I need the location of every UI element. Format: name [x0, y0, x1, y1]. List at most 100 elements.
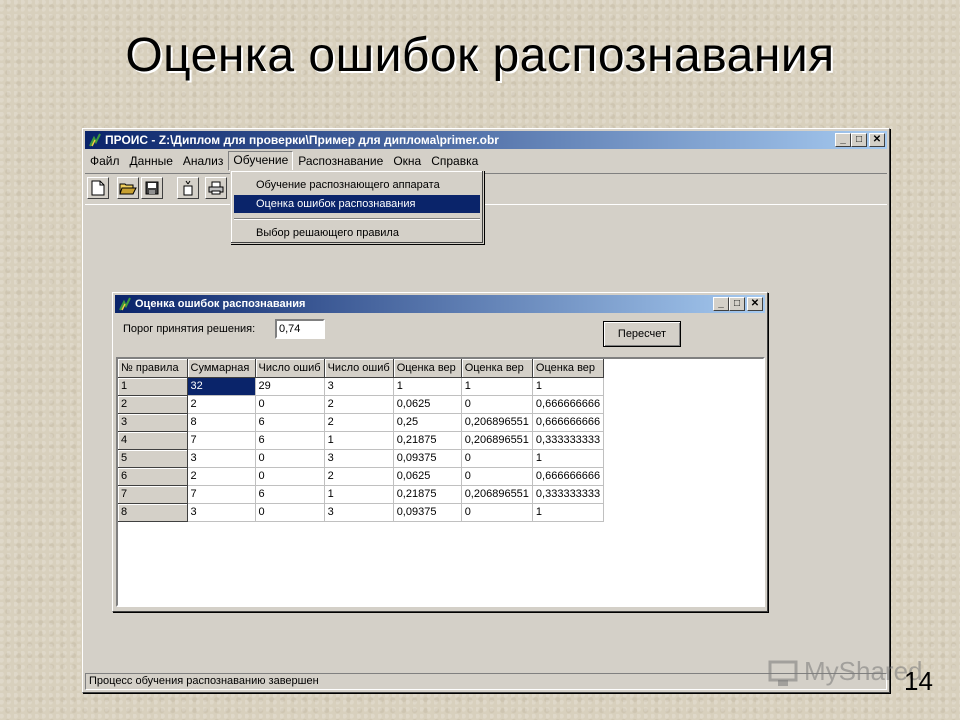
child-app-icon [119, 297, 131, 311]
wizard-button[interactable] [177, 177, 199, 199]
table-cell[interactable]: 7 [187, 431, 256, 450]
new-file-button[interactable] [87, 177, 109, 199]
table-cell[interactable]: 0,0625 [393, 467, 462, 486]
table-cell[interactable]: 3 [187, 449, 256, 468]
table-cell[interactable]: 1 [324, 431, 394, 450]
table-cell[interactable]: 0,333333333 [532, 431, 605, 450]
table-cell[interactable]: 1 [393, 377, 462, 396]
table-cell[interactable]: 6 [255, 485, 325, 504]
table-cell[interactable]: 0,333333333 [532, 485, 605, 504]
table-cell[interactable]: 2 [324, 467, 394, 486]
table-cell[interactable]: 32 [187, 377, 256, 396]
table-cell[interactable]: 0,666666666 [532, 467, 605, 486]
menu-file[interactable]: Файл [85, 152, 125, 170]
row-header-cell[interactable]: 1 [118, 377, 188, 396]
table-cell[interactable]: 0 [255, 467, 325, 486]
table-cell[interactable]: 6 [255, 413, 325, 432]
row-header-cell[interactable]: 8 [118, 503, 188, 522]
table-row[interactable]: 3 8 6 2 0,25 0,206896551 0,666666666 [118, 413, 605, 432]
open-button[interactable] [117, 177, 139, 199]
minimize-button[interactable]: _ [835, 133, 851, 147]
table-cell[interactable]: 1 [532, 503, 605, 522]
table-cell[interactable]: 0,666666666 [532, 395, 605, 414]
table-cell[interactable]: 0,666666666 [532, 413, 605, 432]
table-cell[interactable]: 3 [324, 377, 394, 396]
table-cell[interactable]: 0,21875 [393, 485, 462, 504]
table-cell[interactable]: 6 [255, 431, 325, 450]
table-row[interactable]: 5 3 0 3 0,09375 0 1 [118, 449, 605, 468]
threshold-input[interactable]: 0,74 [275, 319, 325, 339]
child-titlebar[interactable]: Оценка ошибок распознавания _ □ ✕ [115, 295, 765, 313]
menu-recognition[interactable]: Распознавание [293, 152, 388, 170]
print-button[interactable] [205, 177, 227, 199]
table-cell[interactable]: 29 [255, 377, 325, 396]
menu-item-error-estimation[interactable]: Оценка ошибок распознавания [234, 195, 480, 213]
table-cell[interactable]: 0,25 [393, 413, 462, 432]
table-cell[interactable]: 7 [187, 485, 256, 504]
table-cell[interactable]: 0,206896551 [461, 485, 533, 504]
menu-item-decision-rule[interactable]: Выбор решающего правила [234, 224, 480, 242]
table-cell[interactable]: 2 [324, 395, 394, 414]
child-close-button[interactable]: ✕ [747, 297, 763, 311]
row-header-cell[interactable]: 5 [118, 449, 188, 468]
table-cell[interactable]: 1 [461, 377, 533, 396]
column-header-total[interactable]: Суммарная [187, 359, 256, 378]
column-header-errors-1[interactable]: Число ошиб [255, 359, 325, 378]
menu-help[interactable]: Справка [426, 152, 483, 170]
table-cell[interactable]: 0,09375 [393, 449, 462, 468]
table-cell[interactable]: 0,0625 [393, 395, 462, 414]
menu-analysis[interactable]: Анализ [178, 152, 229, 170]
table-row[interactable]: 1 32 29 3 1 1 1 [118, 377, 605, 396]
child-maximize-button[interactable]: □ [729, 297, 745, 311]
table-cell[interactable]: 0 [461, 395, 533, 414]
table-row[interactable]: 4 7 6 1 0,21875 0,206896551 0,333333333 [118, 431, 605, 450]
main-titlebar[interactable]: ПРОИС - Z:\Диплом для проверки\Пример дл… [85, 131, 887, 149]
column-header-estimate-3[interactable]: Оценка вер [532, 359, 605, 378]
menu-windows[interactable]: Окна [388, 152, 426, 170]
table-cell[interactable]: 0,206896551 [461, 431, 533, 450]
table-cell[interactable]: 0 [255, 503, 325, 522]
slide-number: 14 [904, 666, 933, 696]
row-header-cell[interactable]: 4 [118, 431, 188, 450]
table-cell[interactable]: 2 [187, 395, 256, 414]
table-cell[interactable]: 2 [324, 413, 394, 432]
table-cell[interactable]: 0 [461, 467, 533, 486]
table-cell[interactable]: 1 [532, 449, 605, 468]
menu-training[interactable]: Обучение [228, 151, 294, 171]
table-cell[interactable]: 0 [461, 503, 533, 522]
row-header-cell[interactable]: 2 [118, 395, 188, 414]
row-header-cell[interactable]: 6 [118, 467, 188, 486]
table-cell[interactable]: 3 [187, 503, 256, 522]
recalculate-button[interactable]: Пересчет [603, 321, 681, 347]
table-cell[interactable]: 0 [255, 449, 325, 468]
column-header-rule-no[interactable]: № правила [118, 359, 188, 378]
table-row[interactable]: 2 2 0 2 0,0625 0 0,666666666 [118, 395, 605, 414]
menu-item-train-recognizer[interactable]: Обучение распознающего аппарата [234, 176, 480, 194]
maximize-button[interactable]: □ [851, 133, 867, 147]
table-cell[interactable]: 0,09375 [393, 503, 462, 522]
table-cell[interactable]: 2 [187, 467, 256, 486]
table-row[interactable]: 8 3 0 3 0,09375 0 1 [118, 503, 605, 522]
table-cell[interactable]: 0,206896551 [461, 413, 533, 432]
row-header-cell[interactable]: 7 [118, 485, 188, 504]
save-button[interactable] [141, 177, 163, 199]
table-cell[interactable]: 0,21875 [393, 431, 462, 450]
table-cell[interactable]: 3 [324, 503, 394, 522]
table-cell[interactable]: 0 [255, 395, 325, 414]
table-cell[interactable]: 3 [324, 449, 394, 468]
table-row[interactable]: 6 2 0 2 0,0625 0 0,666666666 [118, 467, 605, 486]
table-cell[interactable]: 0 [461, 449, 533, 468]
table-cell[interactable]: 8 [187, 413, 256, 432]
results-grid[interactable]: № правила Суммарная Число ошиб Число оши… [116, 357, 765, 607]
menu-data[interactable]: Данные [125, 152, 178, 170]
table-cell[interactable]: 1 [324, 485, 394, 504]
error-estimation-window: Оценка ошибок распознавания _ □ ✕ Порог … [112, 292, 768, 612]
close-button[interactable]: ✕ [869, 133, 885, 147]
column-header-estimate-1[interactable]: Оценка вер [393, 359, 462, 378]
row-header-cell[interactable]: 3 [118, 413, 188, 432]
child-minimize-button[interactable]: _ [713, 297, 729, 311]
table-row[interactable]: 7 7 6 1 0,21875 0,206896551 0,333333333 [118, 485, 605, 504]
column-header-estimate-2[interactable]: Оценка вер [461, 359, 533, 378]
column-header-errors-2[interactable]: Число ошиб [324, 359, 394, 378]
table-cell[interactable]: 1 [532, 377, 605, 396]
